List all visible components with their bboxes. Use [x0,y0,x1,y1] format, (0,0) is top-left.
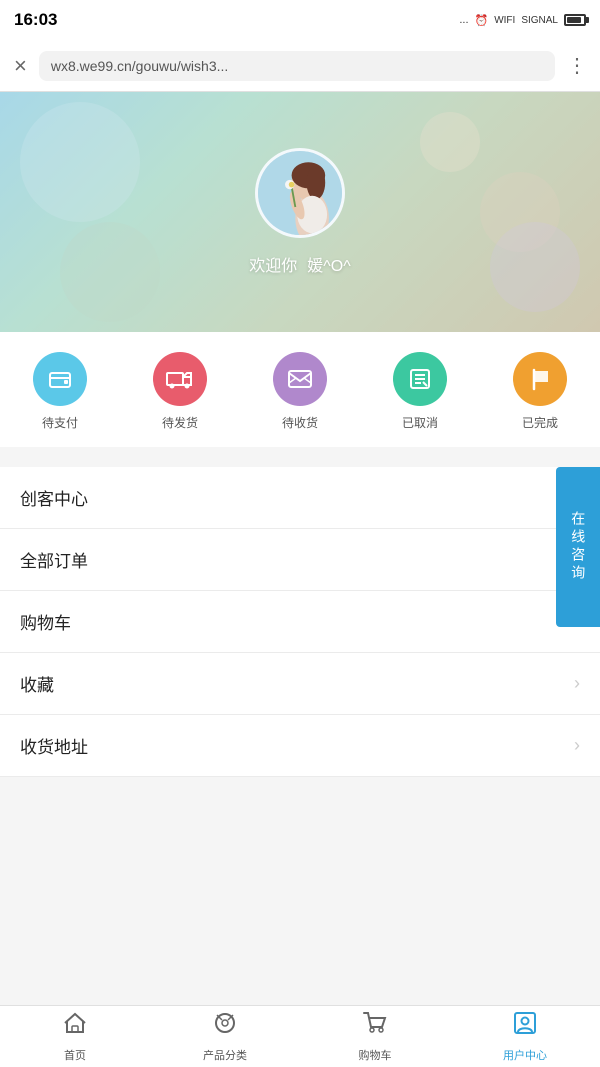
close-button[interactable]: × [14,55,27,77]
bg-circle-4 [420,112,480,172]
all-orders-label: 全部订单 [20,547,88,572]
nav-categories[interactable]: 产品分类 [150,1006,300,1067]
browser-bar: × wx8.we99.cn/gouwu/wish3... ⋮ [0,40,600,92]
wifi-label: WIFI [494,15,515,26]
bg-circle-5 [490,222,580,312]
order-item-pending-receive[interactable]: 待收货 [273,352,327,431]
welcome-text: 欢迎你 [249,252,297,276]
hero-section: 欢迎你 媛^O^ [0,92,600,332]
menu-item-address[interactable]: 收货地址 › [0,715,600,777]
nav-home[interactable]: 首页 [0,1006,150,1067]
order-item-pending-pay[interactable]: 待支付 [33,352,87,431]
status-time: 16:03 [14,10,57,30]
status-right: ... ⏰ WIFI SIGNAL [459,14,586,27]
flag-icon [526,365,554,393]
clock-icon: ⏰ [475,14,489,27]
nav-user-center[interactable]: 用户中心 [450,1006,600,1067]
address-label: 收货地址 [20,733,88,758]
order-section: 待支付 待发货 [0,332,600,447]
category-icon [212,1010,238,1043]
nav-home-label: 首页 [64,1047,86,1063]
user-center-icon [512,1010,538,1043]
favorites-label: 收藏 [20,671,54,696]
battery-icon [564,14,586,26]
status-bar: 16:03 ... ⏰ WIFI SIGNAL [0,0,600,40]
menu-section: 在线咨询 创客中心 全部订单 购物车 › 收藏 › 收货地址 › [0,467,600,777]
status-dots: ... [459,14,468,26]
chevron-address-icon: › [574,735,580,756]
hero-text: 欢迎你 媛^O^ [249,252,350,276]
bg-circle-3 [60,222,160,322]
truck-icon [165,365,195,393]
pending-pay-label: 待支付 [42,414,78,431]
order-item-pending-ship[interactable]: 待发货 [153,352,207,431]
pending-pay-icon-bg [33,352,87,406]
nav-categories-label: 产品分类 [203,1047,247,1063]
browser-menu-button[interactable]: ⋮ [567,53,586,78]
menu-item-creator-center[interactable]: 创客中心 [0,467,600,529]
cancelled-icon-bg [393,352,447,406]
completed-icon-bg [513,352,567,406]
username-text: 媛^O^ [307,252,350,276]
menu-item-all-orders[interactable]: 全部订单 [0,529,600,591]
bottom-nav: 首页 产品分类 购物车 [0,1005,600,1067]
home-icon [62,1010,88,1043]
url-bar[interactable]: wx8.we99.cn/gouwu/wish3... [39,51,555,81]
signal-label: SIGNAL [521,15,558,26]
wallet-icon [46,365,74,393]
pending-ship-icon-bg [153,352,207,406]
cancelled-label: 已取消 [402,414,438,431]
pending-receive-icon-bg [273,352,327,406]
completed-label: 已完成 [522,414,558,431]
menu-item-favorites[interactable]: 收藏 › [0,653,600,715]
nav-cart-label: 购物车 [359,1047,392,1063]
order-item-cancelled[interactable]: 已取消 [393,352,447,431]
chevron-favorites-icon: › [574,673,580,694]
nav-cart[interactable]: 购物车 [300,1006,450,1067]
edit-cancel-icon [406,365,434,393]
nav-user-center-label: 用户中心 [503,1047,547,1063]
cart-label: 购物车 [20,609,71,634]
avatar [255,148,345,238]
menu-item-cart[interactable]: 购物车 › [0,591,600,653]
divider [0,447,600,457]
pending-receive-label: 待收货 [282,414,318,431]
envelope-icon [286,365,314,393]
bg-circle-1 [20,102,140,222]
cart-nav-icon [362,1010,388,1043]
online-consult-button[interactable]: 在线咨询 [556,467,600,627]
order-item-completed[interactable]: 已完成 [513,352,567,431]
order-icons: 待支付 待发货 [0,352,600,431]
creator-center-label: 创客中心 [20,485,88,510]
pending-ship-label: 待发货 [162,414,198,431]
online-consult-label: 在线咨询 [567,511,589,583]
